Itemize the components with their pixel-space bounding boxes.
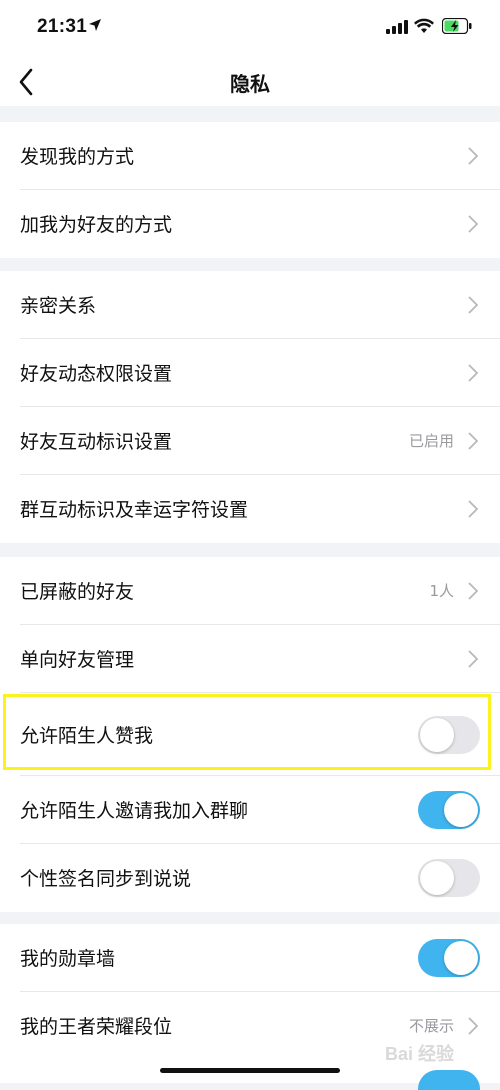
battery-charging-icon — [442, 18, 472, 34]
row-label: 我的勋章墙 — [20, 948, 116, 970]
row-label: 个性签名同步到说说 — [20, 868, 192, 890]
chevron-right-icon — [468, 650, 478, 668]
chevron-right-icon — [468, 500, 478, 518]
partial-toggle[interactable] — [418, 1070, 480, 1090]
cellular-signal-icon — [386, 20, 408, 34]
row-label: 允许陌生人赞我 — [20, 725, 154, 747]
row-allow-stranger-group-invite: 允许陌生人邀请我加入群聊 — [0, 776, 500, 844]
toggle-knob — [444, 793, 478, 827]
row-label: 发现我的方式 — [20, 146, 135, 168]
settings-group-strangers: 已屏蔽的好友 1人 单向好友管理 允许陌生人赞我 允许陌生人邀请我加入群聊 个性… — [0, 557, 500, 912]
chevron-right-icon — [468, 364, 478, 382]
row-value: 已启用 — [408, 432, 454, 450]
allow-stranger-likes-toggle[interactable] — [418, 716, 480, 754]
row-label: 加我为好友的方式 — [20, 214, 173, 236]
toggle-knob — [420, 861, 454, 895]
row-label: 群互动标识及幸运字符设置 — [20, 499, 249, 521]
status-time: 21:31 — [37, 16, 88, 37]
row-group-interaction-badge[interactable]: 群互动标识及幸运字符设置 — [0, 475, 500, 543]
allow-stranger-group-invite-toggle[interactable] — [418, 791, 480, 829]
row-intimate-relationship[interactable]: 亲密关系 — [0, 271, 500, 339]
status-bar: 21:31 — [0, 0, 500, 56]
row-one-way-friends[interactable]: 单向好友管理 — [0, 625, 500, 693]
row-friend-feed-permissions[interactable]: 好友动态权限设置 — [0, 339, 500, 407]
medal-wall-toggle[interactable] — [418, 939, 480, 977]
row-sync-signature: 个性签名同步到说说 — [0, 844, 500, 912]
location-arrow-icon — [89, 19, 101, 31]
toggle-knob — [444, 941, 478, 975]
row-allow-stranger-likes: 允许陌生人赞我 — [0, 693, 500, 776]
row-medal-wall: 我的勋章墙 — [0, 924, 500, 992]
row-discover-me[interactable]: 发现我的方式 — [0, 122, 500, 190]
row-value: 不展示 — [408, 1017, 454, 1035]
row-label: 好友动态权限设置 — [20, 363, 173, 385]
toggle-knob — [420, 718, 454, 752]
chevron-right-icon — [468, 1017, 478, 1035]
row-label: 好友互动标识设置 — [20, 431, 173, 453]
page-title: 隐私 — [230, 72, 270, 96]
sync-signature-toggle[interactable] — [418, 859, 480, 897]
row-blocked-friends[interactable]: 已屏蔽的好友 1人 — [0, 557, 500, 625]
chevron-right-icon — [468, 582, 478, 600]
wifi-icon — [414, 18, 434, 33]
row-label: 单向好友管理 — [20, 649, 135, 671]
navigation-bar: 隐私 — [0, 56, 500, 106]
row-label: 我的王者荣耀段位 — [20, 1016, 173, 1038]
row-friend-interaction-badge[interactable]: 好友互动标识设置 已启用 — [0, 407, 500, 475]
row-add-friend-method[interactable]: 加我为好友的方式 — [0, 190, 500, 258]
settings-group-friends: 亲密关系 好友动态权限设置 好友互动标识设置 已启用 群互动标识及幸运字符设置 — [0, 271, 500, 543]
chevron-right-icon — [468, 432, 478, 450]
row-label: 允许陌生人邀请我加入群聊 — [20, 800, 249, 822]
settings-group-discovery: 发现我的方式 加我为好友的方式 — [0, 122, 500, 258]
chevron-right-icon — [468, 296, 478, 314]
row-label: 亲密关系 — [20, 295, 97, 317]
chevron-right-icon — [468, 215, 478, 233]
home-indicator[interactable] — [160, 1068, 340, 1073]
row-value: 1人 — [429, 582, 454, 600]
watermark: Bai 经验 — [385, 1044, 455, 1064]
chevron-right-icon — [468, 147, 478, 165]
row-label: 已屏蔽的好友 — [20, 581, 135, 603]
